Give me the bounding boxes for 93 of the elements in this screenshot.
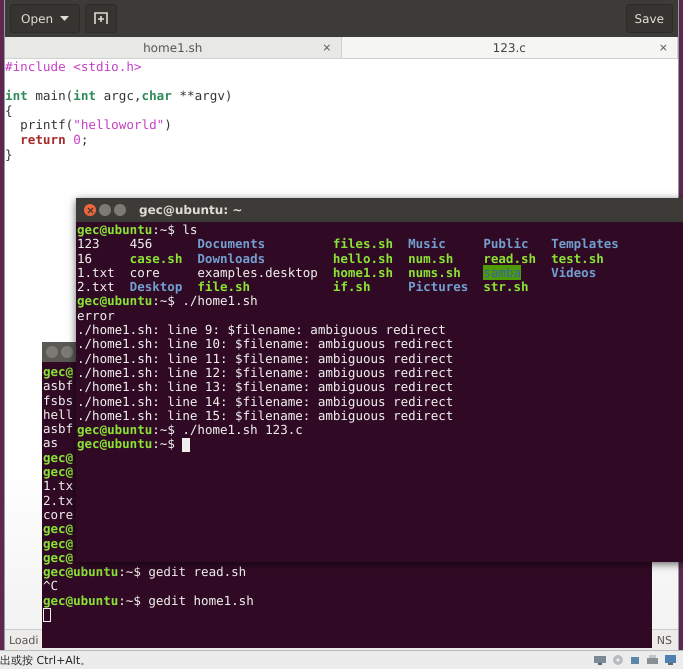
output-text: 123: [77, 236, 100, 252]
highlighted-directory-name: samba: [483, 264, 521, 280]
code-line: printf("helloworld"): [19, 118, 173, 133]
prompt-text: gec@: [43, 550, 74, 566]
script-name: if.sh: [332, 279, 370, 294]
prompt-text: gec@ubuntu: [77, 437, 152, 452]
minimize-button[interactable]: [61, 346, 73, 358]
prompt-text: gec@ubuntu: [77, 223, 152, 238]
output-text: 1.txt: [77, 264, 115, 280]
output-text: ./home1.sh: line 13: $filename: ambiguous redirect: [77, 380, 454, 395]
code-line: #include <stdio.h>: [5, 60, 142, 75]
tab-label: home1.sh: [143, 40, 202, 54]
directory-name: Public: [483, 236, 528, 252]
new-tab-button[interactable]: [85, 4, 118, 33]
script-name: home1.sh: [332, 264, 394, 280]
output-text: :~$ ./home1.sh 123.c: [152, 423, 303, 438]
status-text: Loadi: [9, 634, 38, 646]
tab-close-button[interactable]: ×: [322, 41, 332, 54]
output-text: 2.txt: [77, 279, 115, 294]
hint-text: 出或按 Ctrl+Alt。: [0, 652, 92, 668]
script-name: str.sh: [483, 279, 528, 294]
prompt-text: gec@: [43, 536, 74, 551]
text-cursor: [182, 438, 190, 452]
output-text: :~$ gedit read.sh: [118, 565, 246, 580]
maximize-button[interactable]: [114, 204, 126, 216]
file-tab[interactable]: 123.c ×: [342, 37, 678, 58]
code-line: int main(int argc,char **argv): [5, 89, 234, 104]
output-text: core: [43, 508, 74, 522]
script-name: nums.sh: [408, 264, 461, 280]
script-name: file.sh: [197, 279, 250, 294]
directory-name: Desktop: [130, 279, 182, 294]
output-text: 456: [130, 236, 152, 252]
status-text: NS: [656, 634, 672, 646]
output-text: asbf: [43, 422, 74, 436]
text-cursor: [43, 608, 51, 622]
script-name: hello.sh: [332, 250, 394, 266]
output-text: hell: [43, 408, 74, 422]
tab-label: 123.c: [492, 40, 526, 54]
output-text: 2.tx: [43, 494, 74, 508]
output-text: ./home1.sh: line 12: $filename: ambiguous redirect: [77, 366, 454, 380]
output-text: :~$ ./home1.sh: [152, 294, 258, 309]
script-name: read.sh: [483, 250, 536, 266]
directory-name: Pictures: [408, 279, 468, 294]
prompt-text: gec@ubuntu: [43, 565, 118, 580]
output-text: ./home1.sh: line 9: $filename: ambiguous redirect: [77, 323, 446, 338]
output-text: ^C: [43, 579, 58, 594]
directory-name: Templates: [551, 236, 619, 252]
open-button[interactable]: Open: [10, 4, 80, 33]
prompt-text: gec@: [43, 450, 74, 466]
new-tab-icon: [94, 12, 108, 25]
directory-name: Documents: [197, 236, 266, 252]
output-text: ./home1.sh: line 11: $filename: ambiguous redirect: [77, 352, 454, 366]
code-line: return 0;: [19, 132, 90, 148]
script-name: num.sh: [408, 250, 454, 266]
output-text: as: [43, 436, 58, 451]
prompt-text: gec@ubuntu: [43, 594, 118, 608]
output-text: ./home1.sh: line 10: $filename: ambiguous redirect: [77, 337, 454, 352]
output-text: error: [77, 308, 115, 324]
disc-icon: [612, 654, 624, 666]
prompt-text: gec@ubuntu: [77, 423, 152, 438]
output-text: examples.desktop: [197, 264, 318, 280]
minimize-button[interactable]: [99, 204, 111, 216]
prompt-text: gec@: [43, 365, 74, 380]
script-name: case.sh: [130, 250, 182, 266]
display-icon: [664, 654, 677, 666]
output-text: ./home1.sh: line 15: $filename: ambiguous redirect: [77, 408, 454, 424]
caret-icon: [60, 16, 70, 21]
close-button[interactable]: [46, 346, 58, 358]
output-text: core: [130, 264, 160, 280]
output-text: 1.tx: [43, 479, 74, 494]
output-text: :~$ gedit home1.sh: [118, 594, 254, 608]
output-text: 16: [77, 250, 92, 266]
prompt-text: gec@: [43, 465, 74, 480]
output-text: fsbs: [43, 394, 74, 408]
directory-name: Downloads: [197, 250, 266, 266]
close-icon: [86, 206, 94, 214]
tab-close-button[interactable]: ×: [658, 41, 668, 54]
directory-name: Videos: [551, 264, 596, 280]
prompt-text: gec@: [43, 522, 74, 537]
output-text: :~$ ls: [152, 223, 198, 238]
prompt-text: gec@ubuntu: [77, 294, 152, 309]
script-name: test.sh: [551, 250, 604, 266]
output-text: ./home1.sh: line 14: $filename: ambiguous redirect: [77, 394, 454, 409]
printer-icon: [646, 654, 659, 666]
code-line: {: [5, 104, 14, 118]
script-name: files.sh: [332, 236, 394, 252]
directory-name: Music: [408, 236, 446, 252]
save-button[interactable]: Save: [626, 4, 673, 33]
code-line: }: [5, 148, 14, 162]
window-title: gec@ubuntu: ~: [139, 203, 242, 217]
output-text: asbf: [43, 379, 74, 394]
output-text: :~$: [152, 437, 176, 452]
close-button[interactable]: [84, 204, 96, 216]
